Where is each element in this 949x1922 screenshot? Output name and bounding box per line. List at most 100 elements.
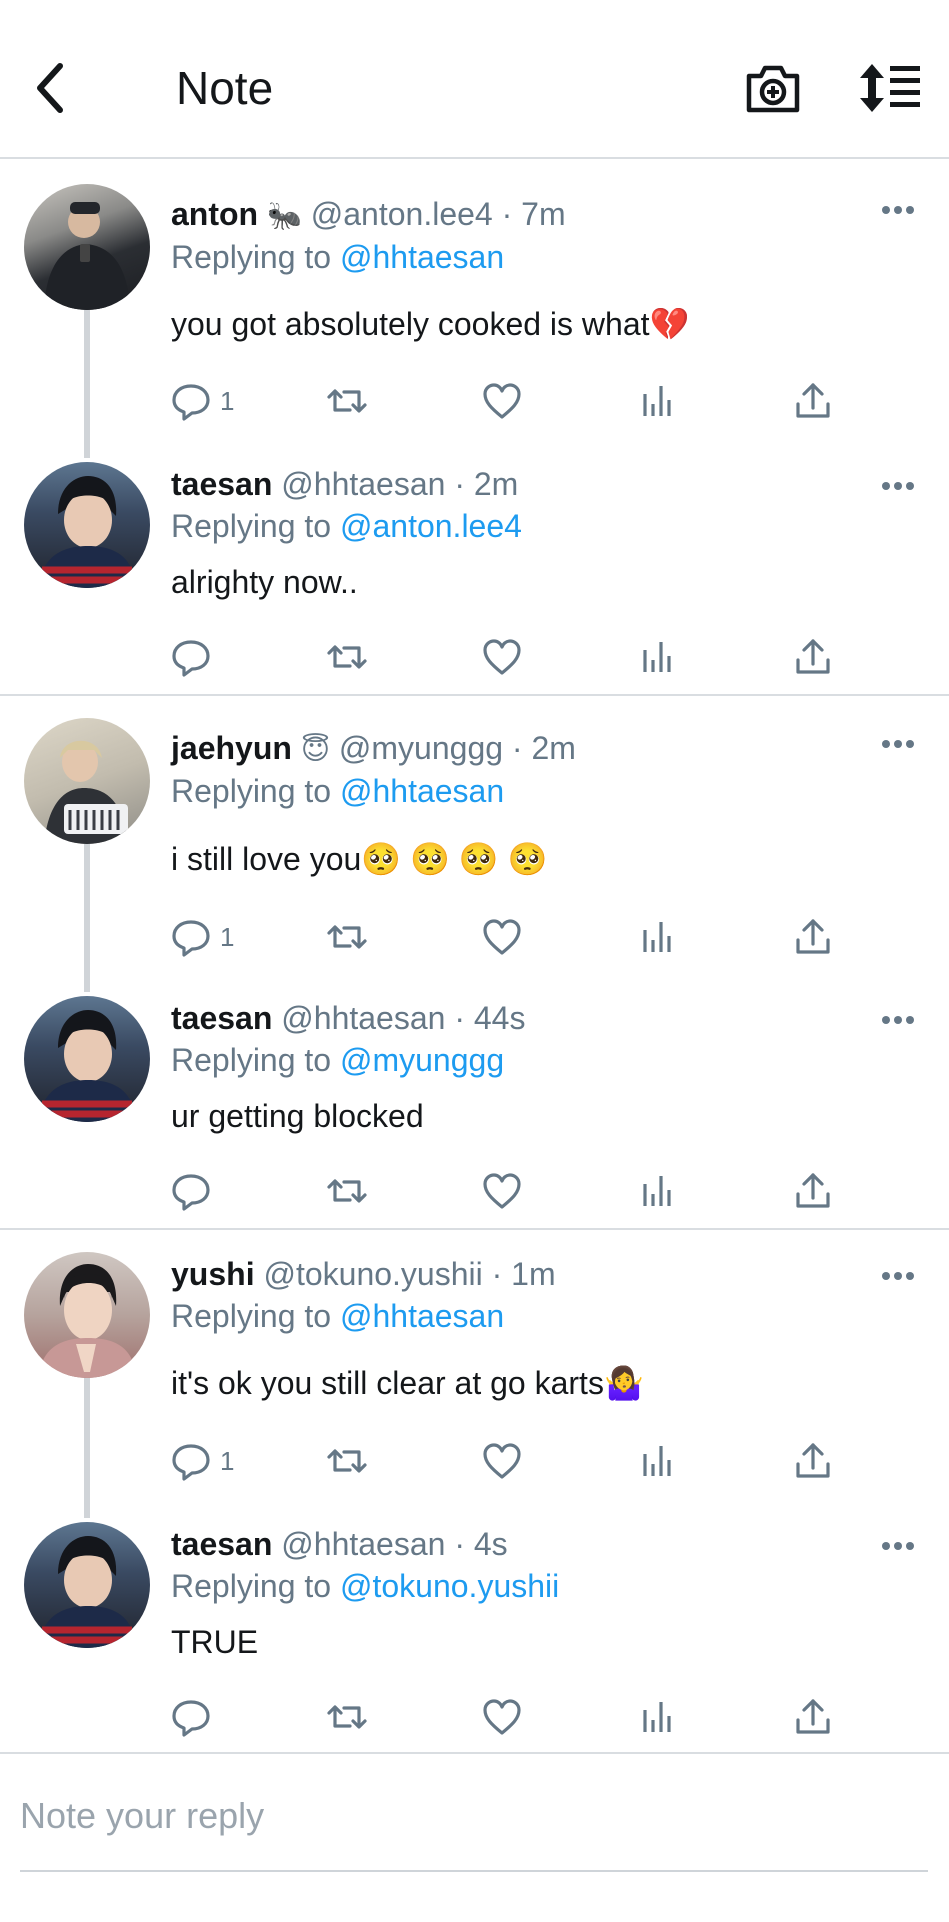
share-icon xyxy=(796,1699,830,1734)
retweet-button[interactable] xyxy=(326,1694,368,1740)
divider xyxy=(0,1228,949,1230)
replying-handle-link[interactable]: @hhtaesan xyxy=(340,239,504,275)
back-chevron-icon[interactable] xyxy=(28,58,76,118)
replying-handle-link[interactable]: @hhtaesan xyxy=(340,773,504,809)
views-button[interactable] xyxy=(637,914,679,960)
retweet-button[interactable] xyxy=(326,1438,368,1484)
handle[interactable]: @tokuno.yushii xyxy=(263,1256,482,1292)
retweet-button[interactable] xyxy=(326,1168,368,1214)
share-button[interactable] xyxy=(792,914,834,960)
tweet-actions xyxy=(170,1168,850,1214)
more-icon[interactable] xyxy=(880,1540,916,1552)
display-name[interactable]: taesan xyxy=(171,466,272,502)
avatar[interactable] xyxy=(24,996,150,1122)
more-icon[interactable] xyxy=(880,1014,916,1026)
share-button[interactable] xyxy=(792,1694,834,1740)
reply-button[interactable]: 1 xyxy=(170,914,234,960)
sort-icon[interactable] xyxy=(858,62,922,114)
tweet-header: jaehyun 😇 @myunggg · 2m xyxy=(171,728,576,770)
views-button[interactable] xyxy=(637,1694,679,1740)
replying-handle-link[interactable]: @myunggg xyxy=(340,1042,504,1078)
like-button[interactable] xyxy=(481,1694,523,1740)
avatar[interactable] xyxy=(24,1252,150,1378)
replying-label: Replying to xyxy=(171,773,332,809)
replying-handle-link[interactable]: @tokuno.yushii xyxy=(340,1568,559,1604)
reply-underline xyxy=(20,1870,928,1872)
tweet-actions: 1 xyxy=(170,1438,850,1484)
handle[interactable]: @hhtaesan xyxy=(281,1526,445,1562)
like-button[interactable] xyxy=(481,1438,523,1484)
replying-handle-link[interactable]: @hhtaesan xyxy=(340,1298,504,1334)
views-button[interactable] xyxy=(637,634,679,680)
handle[interactable]: @myunggg xyxy=(339,730,503,766)
share-icon xyxy=(796,1173,830,1208)
retweet-button[interactable] xyxy=(326,914,368,960)
retweet-icon xyxy=(327,645,367,669)
like-icon xyxy=(483,383,521,419)
reply-icon xyxy=(172,1444,210,1481)
reply-input[interactable] xyxy=(20,1788,928,1844)
views-button[interactable] xyxy=(637,378,679,424)
replying-label: Replying to xyxy=(171,239,332,275)
tweet-text: ur getting blocked xyxy=(171,1098,424,1134)
like-button[interactable] xyxy=(481,378,523,424)
display-name[interactable]: yushi xyxy=(171,1256,255,1292)
like-icon xyxy=(483,1699,521,1735)
replying-label: Replying to xyxy=(171,1042,332,1078)
like-button[interactable] xyxy=(481,634,523,680)
retweet-icon xyxy=(327,1179,367,1203)
reply-icon xyxy=(172,920,210,957)
reply-count: 1 xyxy=(220,385,235,416)
reply-button[interactable] xyxy=(170,1168,220,1214)
like-button[interactable] xyxy=(481,914,523,960)
replying-handle-link[interactable]: @anton.lee4 xyxy=(340,508,522,544)
like-icon xyxy=(483,1443,521,1479)
reply-composer xyxy=(0,1752,949,1922)
reply-button[interactable]: 1 xyxy=(170,1438,234,1484)
more-icon[interactable] xyxy=(880,738,916,750)
retweet-icon xyxy=(327,1449,367,1473)
handle[interactable]: @anton.lee4 xyxy=(311,196,493,232)
tweet-actions: 1 xyxy=(170,914,850,960)
display-name[interactable]: jaehyun xyxy=(171,730,292,766)
handle[interactable]: @hhtaesan xyxy=(281,466,445,502)
replying-to: Replying to @hhtaesan xyxy=(171,237,504,277)
like-icon xyxy=(483,1173,521,1209)
avatar[interactable] xyxy=(24,184,150,310)
reply-icon xyxy=(172,384,210,421)
handle[interactable]: @hhtaesan xyxy=(281,1000,445,1036)
display-name[interactable]: taesan xyxy=(171,1526,272,1562)
reply-icon xyxy=(172,1700,210,1737)
reply-button[interactable] xyxy=(170,634,220,680)
share-button[interactable] xyxy=(792,1438,834,1484)
replying-label: Replying to xyxy=(171,1568,332,1604)
views-button[interactable] xyxy=(637,1168,679,1214)
avatar[interactable] xyxy=(24,1522,150,1648)
retweet-button[interactable] xyxy=(326,634,368,680)
retweet-icon xyxy=(327,925,367,949)
replying-to: Replying to @hhtaesan xyxy=(171,771,504,811)
tweet-text: you got absolutely cooked is what💔 xyxy=(171,306,690,342)
more-icon[interactable] xyxy=(880,204,916,216)
reply-count: 1 xyxy=(220,1445,235,1476)
tweet-header: taesan @hhtaesan · 44s xyxy=(171,998,525,1038)
reply-button[interactable]: 1 xyxy=(170,378,234,424)
share-button[interactable] xyxy=(792,1168,834,1214)
reply-button[interactable] xyxy=(170,1694,220,1740)
like-button[interactable] xyxy=(481,1168,523,1214)
tweet-header: anton 🐜 @anton.lee4 · 7m xyxy=(171,194,566,236)
more-icon[interactable] xyxy=(880,1270,916,1282)
replying-to: Replying to @tokuno.yushii xyxy=(171,1566,559,1606)
retweet-button[interactable] xyxy=(326,378,368,424)
more-icon[interactable] xyxy=(880,480,916,492)
display-name[interactable]: taesan xyxy=(171,1000,272,1036)
display-name[interactable]: anton xyxy=(171,196,258,232)
avatar[interactable] xyxy=(24,462,150,588)
camera-plus-icon[interactable] xyxy=(745,62,801,114)
share-icon xyxy=(796,919,830,954)
share-button[interactable] xyxy=(792,378,834,424)
avatar[interactable] xyxy=(24,718,150,844)
tweet-header: yushi @tokuno.yushii · 1m xyxy=(171,1254,556,1294)
share-button[interactable] xyxy=(792,634,834,680)
views-button[interactable] xyxy=(637,1438,679,1484)
